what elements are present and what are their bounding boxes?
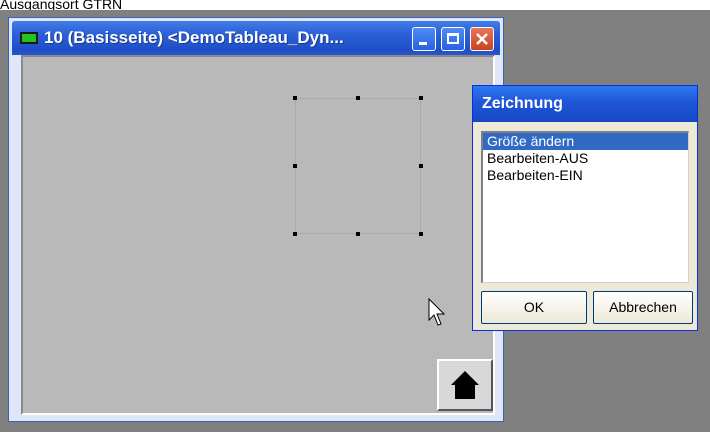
list-item[interactable]: Bearbeiten-AUS [483,150,688,167]
selection-frame[interactable] [295,98,421,234]
mouse-pointer-icon [428,298,446,326]
list-item[interactable]: Bearbeiten-EIN [483,167,688,184]
ok-button[interactable]: OK [481,291,587,324]
main-window-title: 10 (Basisseite) <DemoTableau_Dyn... [44,28,344,47]
zeichnung-dialog: Zeichnung Größe ändern Bearbeiten-AUS Be… [472,85,698,331]
close-icon [476,33,488,45]
dialog-title: Zeichnung [482,95,563,112]
home-button[interactable] [437,359,493,411]
options-listbox[interactable]: Größe ändern Bearbeiten-AUS Bearbeiten-E… [481,131,689,283]
main-window: 10 (Basisseite) <DemoTableau_Dyn... [8,17,504,422]
resize-handle-bottom-right[interactable] [419,232,423,236]
dialog-titlebar[interactable]: Zeichnung [473,86,697,122]
resize-handle-top[interactable] [356,96,360,100]
cancel-button[interactable]: Abbrechen [593,291,693,324]
canvas-area[interactable] [21,55,495,415]
maximize-icon [447,33,459,44]
resize-handle-bottom[interactable] [356,232,360,236]
resize-handle-left[interactable] [293,164,297,168]
home-icon [451,371,479,399]
main-window-titlebar[interactable]: 10 (Basisseite) <DemoTableau_Dyn... [12,21,500,55]
resize-handle-top-right[interactable] [419,96,423,100]
list-item[interactable]: Größe ändern [483,133,688,150]
minimize-button[interactable] [412,27,436,51]
resize-handle-top-left[interactable] [293,96,297,100]
close-button[interactable] [470,27,494,51]
maximize-button[interactable] [441,27,465,51]
resize-handle-right[interactable] [419,164,423,168]
minimize-icon [419,42,427,45]
resize-handle-bottom-left[interactable] [293,232,297,236]
window-app-icon [20,32,38,44]
